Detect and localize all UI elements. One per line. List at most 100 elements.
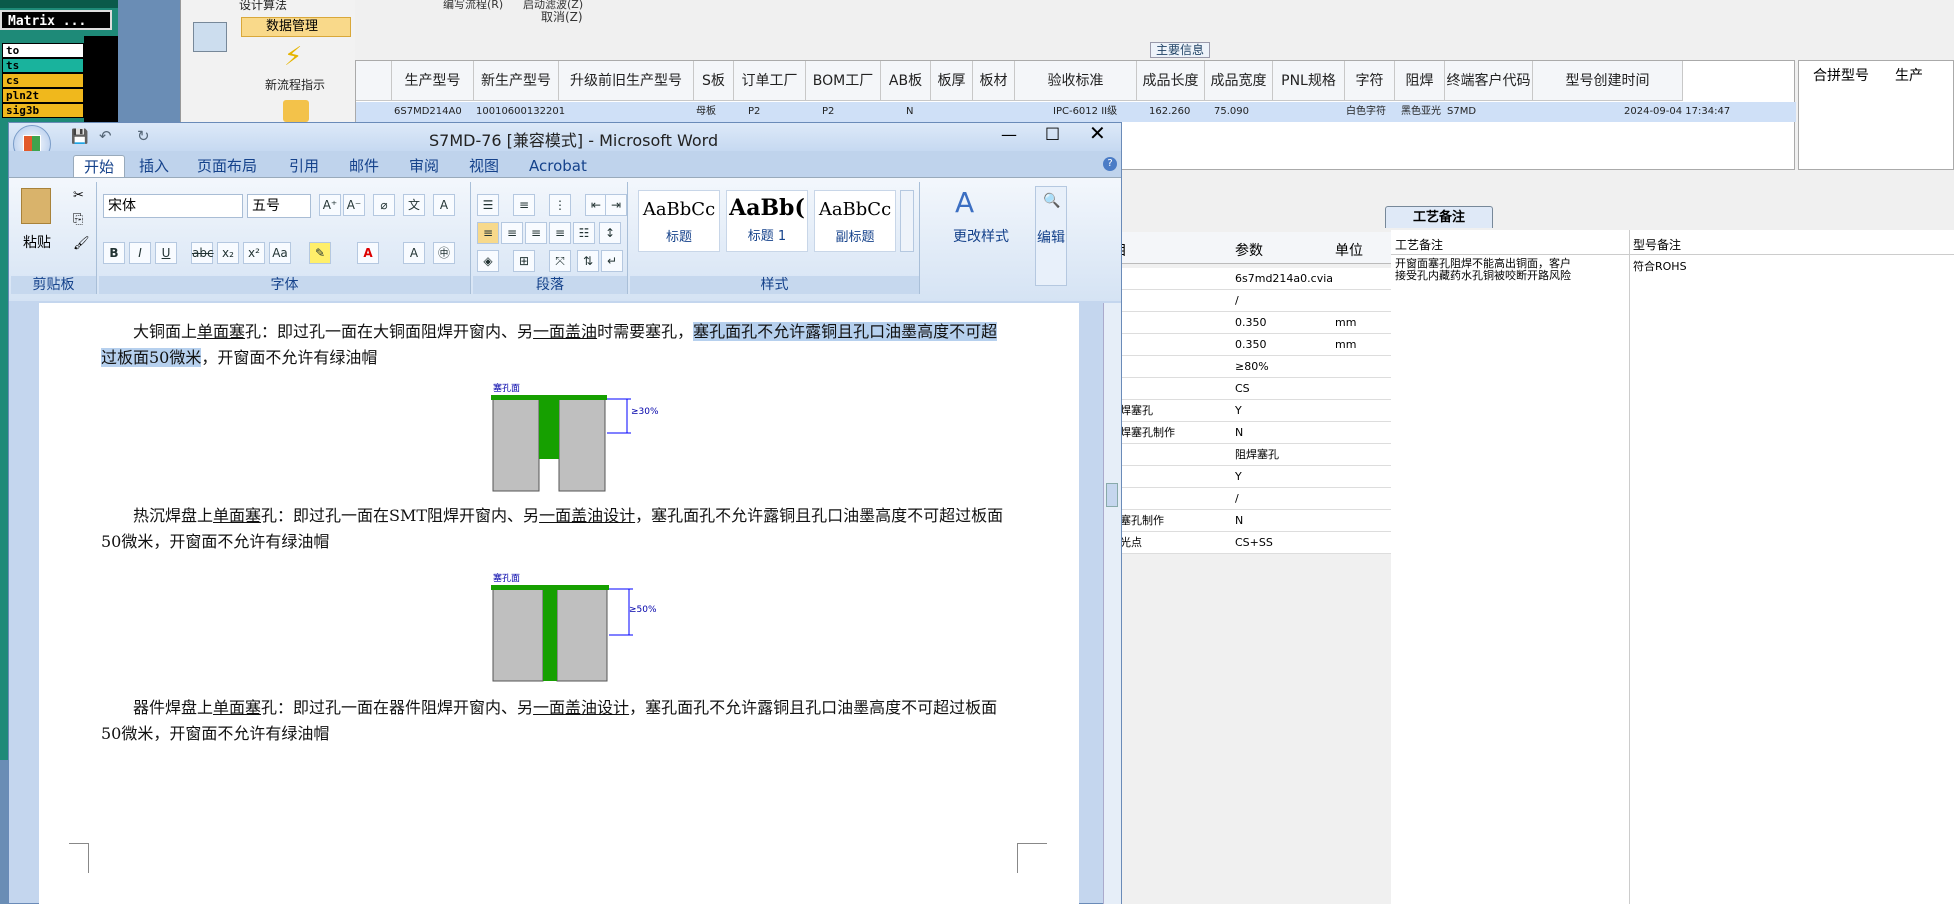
matrix-title[interactable]: Matrix ... (0, 10, 112, 30)
superscript-icon[interactable]: x² (243, 242, 265, 264)
shading-icon[interactable]: ◈ (477, 250, 499, 272)
paragraph-2[interactable]: 热沉焊盘上单面塞孔：即过孔一面在SMT阻焊开窗内、另一面盖油设计，塞孔面孔不允许… (101, 503, 1007, 555)
styles-scroll[interactable] (900, 190, 914, 252)
tab-view[interactable]: 视图 (469, 155, 499, 177)
col-header[interactable]: 订单工厂 (734, 61, 806, 101)
save-icon[interactable]: 💾 (71, 129, 88, 145)
char-shading-icon[interactable]: A (403, 242, 425, 264)
format-painter-icon[interactable]: 🖌 (73, 236, 90, 251)
paste-button[interactable]: 粘贴 (23, 232, 51, 252)
align-right-icon[interactable]: ≡ (525, 222, 547, 244)
scroll-thumb[interactable] (1106, 483, 1118, 507)
vertical-scrollbar[interactable] (1103, 303, 1121, 904)
cancel-menu[interactable]: 取消(Z) (541, 8, 583, 25)
enclose-char-icon[interactable]: ㊥ (433, 242, 455, 264)
phonetic-icon[interactable]: 文 (403, 194, 425, 216)
matrix-item-pln2t[interactable]: pln2t (2, 88, 84, 103)
col-header[interactable]: 验收标准 (1015, 61, 1137, 101)
tab-references[interactable]: 引用 (289, 155, 319, 177)
chinese-layout-icon[interactable]: ⤧ (549, 250, 571, 272)
char-border-icon[interactable]: A (433, 194, 455, 216)
col-header[interactable]: 板材 (973, 61, 1015, 101)
undo-icon[interactable]: ↶ (99, 127, 112, 145)
production-header[interactable]: 生产 (1895, 65, 1923, 85)
grow-font-icon[interactable]: A⁺ (319, 194, 341, 216)
matrix-item-sig3b[interactable]: sig3b (2, 103, 84, 118)
col-header[interactable]: 成品长度 (1137, 61, 1205, 101)
underline-icon[interactable]: U (155, 242, 177, 264)
style-subtitle[interactable]: AaBbCc 副标题 (814, 190, 896, 252)
maximize-icon[interactable]: □ (1045, 123, 1060, 142)
col-header[interactable]: 成品宽度 (1205, 61, 1273, 101)
change-case-icon[interactable]: Aa (269, 242, 291, 264)
font-size-select[interactable]: 五号 (247, 194, 311, 218)
redo-icon[interactable]: ↻ (137, 127, 150, 145)
col-header[interactable]: AB板 (881, 61, 931, 101)
tab-mailings[interactable]: 邮件 (349, 155, 379, 177)
col-header[interactable]: 字符 (1345, 61, 1395, 101)
highlight-icon[interactable]: ✎ (309, 242, 331, 264)
data-manage-button[interactable]: 数据管理 (241, 17, 351, 37)
matrix-item-ts[interactable]: ts (2, 58, 84, 73)
copy-icon[interactable]: ⎘ (73, 212, 83, 227)
distribute-icon[interactable]: ☷ (573, 222, 595, 244)
new-flow-button[interactable]: 新流程指示 (265, 76, 325, 93)
bullets-icon[interactable]: ☰ (477, 194, 499, 216)
tab-process-notes[interactable]: 工艺备注 (1385, 206, 1493, 228)
numbering-icon[interactable]: ≡ (513, 194, 535, 216)
tab-home[interactable]: 开始 (73, 155, 126, 177)
tab-review[interactable]: 审阅 (409, 155, 439, 177)
calculator-icon[interactable] (193, 22, 227, 52)
decrease-indent-icon[interactable]: ⇤ (585, 194, 607, 216)
line-spacing-icon[interactable]: ↕ (599, 222, 621, 244)
col-header[interactable]: PNL规格 (1273, 61, 1345, 101)
col-header[interactable]: 新生产型号 (474, 61, 559, 101)
merge-model-header[interactable]: 合拼型号 (1813, 65, 1869, 85)
col-header[interactable]: 型号创建时间 (1533, 61, 1683, 101)
help-icon[interactable]: ? (1103, 157, 1117, 171)
align-center-icon[interactable]: ≡ (501, 222, 523, 244)
justify-icon[interactable]: ≡ (549, 222, 571, 244)
increase-indent-icon[interactable]: ⇥ (605, 194, 627, 216)
minimize-icon[interactable]: — (1001, 125, 1017, 144)
tab-insert[interactable]: 插入 (139, 155, 169, 177)
show-marks-icon[interactable]: ↵ (601, 250, 623, 272)
main-info-tab[interactable]: 主要信息 (1150, 42, 1210, 58)
process-note-text[interactable]: 开窗面塞孔阻焊不能高出铜面，客户接受孔内藏药水孔铜被咬断开路风险 (1395, 258, 1581, 282)
close-icon[interactable]: ✕ (1089, 121, 1106, 145)
col-header[interactable]: 阻焊 (1395, 61, 1445, 101)
style-heading1[interactable]: AaBb( 标题 1 (726, 190, 808, 252)
paragraph-1[interactable]: 大铜面上单面塞孔：即过孔一面在大铜面阻焊开窗内、另一面盖油时需要塞孔，塞孔面孔不… (101, 319, 1007, 371)
change-style-icon[interactable]: A (955, 186, 974, 219)
col-header[interactable]: 板厚 (931, 61, 973, 101)
borders-icon[interactable]: ⊞ (513, 250, 535, 272)
paragraph-3[interactable]: 器件焊盘上单面塞孔：即过孔一面在器件阻焊开窗内、另一面盖油设计，塞孔面孔不允许露… (101, 695, 1007, 747)
sort-icon[interactable]: ⇅ (577, 250, 599, 272)
find-icon[interactable]: 🔍 (1043, 193, 1060, 209)
subscript-icon[interactable]: x₂ (217, 242, 239, 264)
align-left-icon[interactable]: ≡ (477, 222, 499, 244)
cut-icon[interactable]: ✂ (73, 188, 84, 203)
col-header[interactable]: S板 (694, 61, 734, 101)
style-title[interactable]: AaBbCc 标题 (638, 190, 720, 252)
calc-button[interactable]: 设计算法 (239, 0, 287, 13)
bold-icon[interactable]: B (103, 242, 125, 264)
edit-button[interactable]: 编辑 (1037, 227, 1065, 247)
paste-icon[interactable] (21, 188, 51, 224)
clear-format-icon[interactable]: ⌀ (373, 194, 395, 216)
menu-item-r[interactable]: 编写流程(R) (443, 0, 503, 12)
col-header[interactable]: 生产型号 (392, 61, 474, 101)
shrink-font-icon[interactable]: A⁻ (343, 194, 365, 216)
tab-page-layout[interactable]: 页面布局 (197, 155, 257, 177)
font-name-select[interactable]: 宋体 (103, 194, 243, 218)
col-header[interactable]: 终端客户代码 (1445, 61, 1533, 101)
multilevel-list-icon[interactable]: ⋮ (549, 194, 571, 216)
document-page[interactable]: 大铜面上单面塞孔：即过孔一面在大铜面阻焊开窗内、另一面盖油时需要塞孔，塞孔面孔不… (39, 303, 1079, 904)
col-header[interactable]: BOM工厂 (806, 61, 881, 101)
strikethrough-icon[interactable]: abc (191, 242, 214, 264)
tab-acrobat[interactable]: Acrobat (529, 155, 587, 177)
matrix-item-to[interactable]: to (2, 43, 84, 58)
model-note-text[interactable]: 符合ROHS (1633, 258, 1687, 274)
font-color-icon[interactable]: A (357, 242, 379, 264)
matrix-item-cs[interactable]: cs (2, 73, 84, 88)
